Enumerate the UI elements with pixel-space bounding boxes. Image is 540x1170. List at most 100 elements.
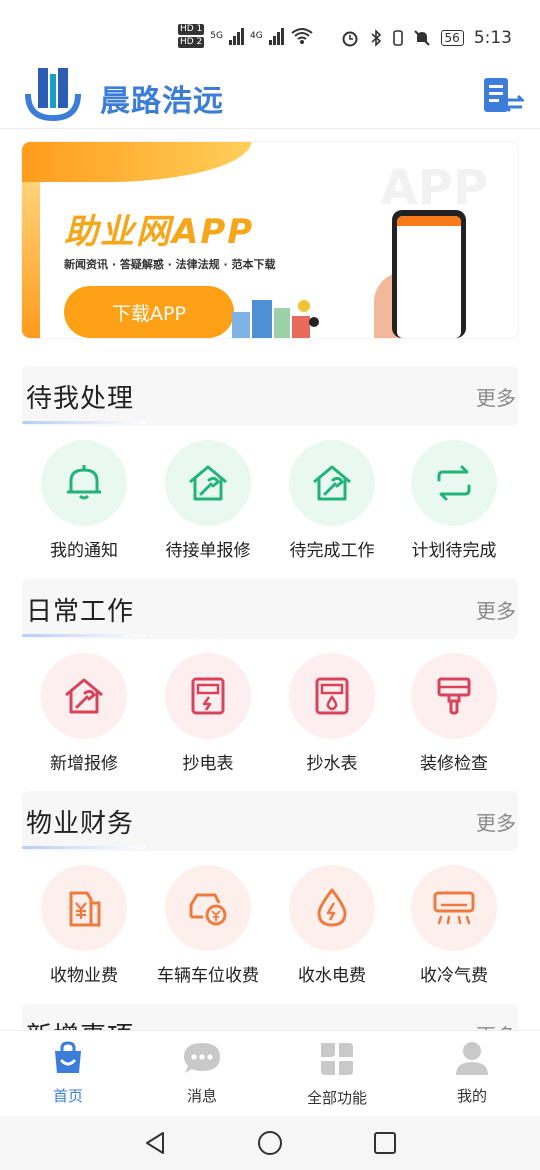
grid-item-label: 待完成工作	[289, 541, 375, 561]
grid-item-electric-meter[interactable]: 抄电表	[148, 653, 268, 774]
tab-label: 消息	[186, 1087, 217, 1105]
home-circle-icon[interactable]	[257, 1130, 283, 1156]
section-title: 待我处理	[26, 384, 135, 414]
grid-item-my-notices[interactable]: 我的通知	[24, 440, 144, 561]
grid-item-label: 待接单报修	[165, 541, 251, 561]
banner-decoration-left	[22, 182, 40, 338]
house-wrench-icon	[189, 465, 227, 501]
hd2-badge: HD 2	[178, 37, 205, 48]
grid-item-label: 装修检查	[420, 754, 488, 774]
grid-item-label: 车辆车位收费	[157, 966, 259, 986]
bottom-tab-bar: 首页 消息 全部功能 我的	[0, 1030, 540, 1117]
banner-watermark: APP	[380, 160, 488, 216]
icon-circle	[289, 865, 375, 951]
paint-brush-icon	[437, 677, 471, 715]
tab-home[interactable]: 首页	[18, 1039, 118, 1106]
electric-meter-icon	[191, 677, 225, 715]
system-nav-bar	[0, 1116, 540, 1170]
net1-label: 5G	[210, 31, 223, 41]
house-wrench-icon	[65, 678, 103, 714]
signal1-icon	[229, 27, 244, 45]
repeat-icon	[437, 465, 471, 501]
hd-badges: HD 1 HD 2	[178, 24, 205, 48]
icon-circle	[165, 865, 251, 951]
icon-circle	[165, 440, 251, 526]
recents-icon[interactable]	[373, 1131, 397, 1155]
grid-item-label: 收物业费	[50, 966, 118, 986]
home-bag-icon	[55, 1041, 81, 1073]
icon-circle	[411, 440, 497, 526]
section-header: 物业财务 更多	[22, 791, 518, 851]
grid-item-renovation-check[interactable]: 装修检查	[394, 653, 514, 774]
bluetooth-icon	[371, 29, 381, 47]
section-property-finance: 物业财务 更多 收物业费 车辆车位收费 收水电费 收冷气费	[22, 791, 518, 1001]
status-right-group: 56 5:13	[341, 28, 512, 48]
section-daily-work: 日常工作 更多 新增报修 抄电表 抄水表 装修检查	[22, 579, 518, 789]
icon-circle	[411, 653, 497, 739]
section-header: 日常工作 更多	[22, 579, 518, 639]
grid-item-plan-pending[interactable]: 计划待完成	[394, 440, 514, 561]
grid-item-label: 计划待完成	[411, 541, 497, 561]
grid-item-label: 新增报修	[50, 754, 118, 774]
icon-circle	[289, 653, 375, 739]
signal2-icon	[268, 27, 284, 45]
more-link[interactable]: 更多	[476, 382, 516, 411]
grid-item-utility-fee[interactable]: 收水电费	[272, 865, 392, 986]
tab-label: 我的	[456, 1087, 487, 1105]
grid-item-property-fee[interactable]: 收物业费	[24, 865, 144, 986]
section-title: 日常工作	[26, 597, 135, 627]
chat-bubble-icon	[184, 1043, 220, 1073]
icon-circle	[165, 653, 251, 739]
grid-item-pending-work[interactable]: 待完成工作	[272, 440, 392, 561]
tab-all-functions[interactable]: 全部功能	[287, 1039, 387, 1108]
icon-circle	[289, 440, 375, 526]
section-header: 待我处理 更多	[22, 366, 518, 426]
grid-item-new-repair[interactable]: 新增报修	[24, 653, 144, 774]
air-conditioner-icon	[433, 891, 475, 925]
document-switch-icon[interactable]	[482, 76, 524, 116]
more-link[interactable]: 更多	[476, 595, 516, 624]
tab-messages[interactable]: 消息	[152, 1039, 252, 1106]
car-yen-icon	[189, 893, 227, 926]
phone-illustration	[392, 210, 466, 338]
banner-decoration	[22, 142, 252, 182]
grid-item-label: 收冷气费	[420, 966, 488, 986]
back-icon[interactable]	[143, 1130, 167, 1156]
section-pending: 待我处理 更多 我的通知 待接单报修 待完成工作 计划待完成	[22, 366, 518, 576]
grid-item-water-meter[interactable]: 抄水表	[272, 653, 392, 774]
hd1-badge: HD 1	[178, 24, 205, 35]
function-grid: 收物业费 车辆车位收费 收水电费 收冷气费	[22, 851, 518, 1001]
grid-item-pending-repair[interactable]: 待接单报修	[148, 440, 268, 561]
app-header: 晨路浩远	[0, 62, 540, 129]
banner-title: 助业网APP	[64, 212, 255, 252]
user-icon	[456, 1042, 488, 1075]
icon-circle	[411, 865, 497, 951]
section-title: 物业财务	[26, 809, 135, 839]
tab-label: 全部功能	[306, 1089, 367, 1107]
banner-subtitle: 新闻资讯 · 答疑解惑 · 法律法规 · 范本下载	[64, 258, 276, 271]
tab-mine[interactable]: 我的	[422, 1039, 522, 1106]
section-underline	[22, 634, 146, 637]
mute-bell-icon	[413, 30, 430, 46]
more-link[interactable]: 更多	[476, 807, 516, 836]
grid-item-label: 收水电费	[298, 966, 366, 986]
tab-label: 首页	[52, 1087, 83, 1105]
wifi-icon	[291, 28, 313, 44]
section-underline	[22, 421, 146, 424]
yen-card-icon	[69, 891, 101, 927]
promo-banner[interactable]: APP 助业网APP 新闻资讯 · 答疑解惑 · 法律法规 · 范本下载 下载A…	[22, 142, 518, 338]
download-app-button[interactable]: 下载APP	[64, 286, 234, 338]
icon-circle	[41, 440, 127, 526]
bell-icon	[67, 465, 101, 500]
grid-item-label: 我的通知	[50, 541, 118, 561]
company-logo	[25, 68, 81, 122]
grid-item-ac-fee[interactable]: 收冷气费	[394, 865, 514, 986]
grid-item-parking-fee[interactable]: 车辆车位收费	[148, 865, 268, 986]
house-wrench-icon	[313, 465, 351, 501]
app-title: 晨路浩远	[100, 84, 224, 119]
battery-icon: 56	[440, 30, 464, 46]
clock: 5:13	[473, 28, 512, 48]
icon-circle	[41, 865, 127, 951]
grid-item-label: 抄水表	[306, 754, 358, 774]
function-grid: 新增报修 抄电表 抄水表 装修检查	[22, 639, 518, 789]
